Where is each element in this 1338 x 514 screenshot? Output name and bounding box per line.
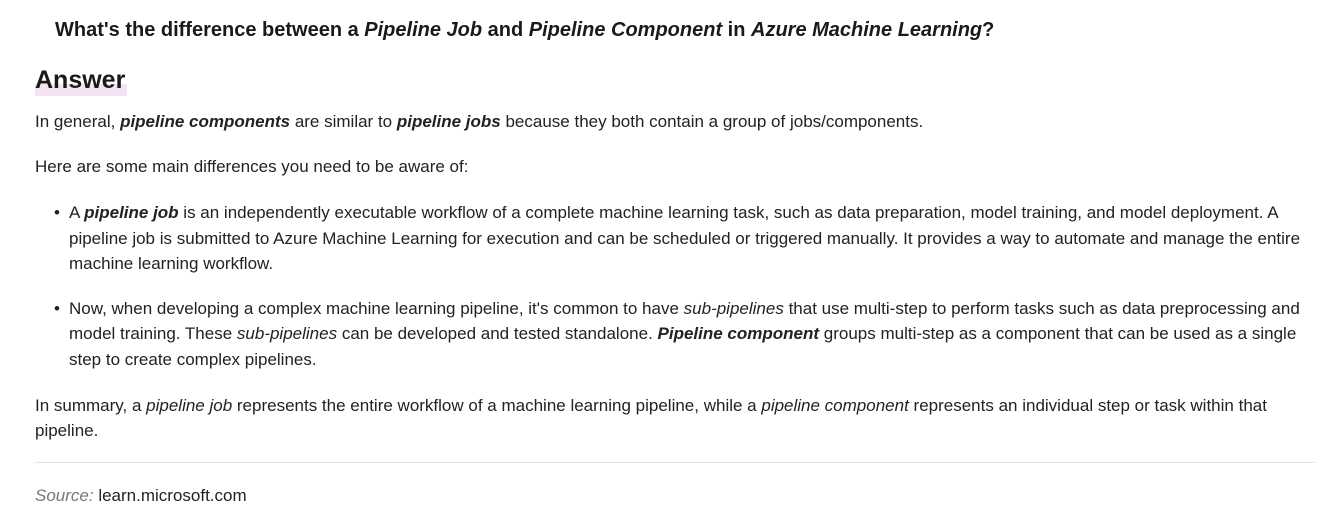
differences-intro-paragraph: Here are some main differences you need … [35,157,469,176]
differences-list: • A pipeline job is an independently exe… [35,200,1315,391]
source-attribution: Source: learn.microsoft.com [35,486,247,506]
emphasis-text: Pipeline component [657,324,820,343]
list-item-text: Now, when developing a complex machine l… [69,298,684,318]
source-label: Source: [35,486,94,505]
paragraph-text: In summary, a [35,396,147,415]
emphasis-text: pipeline job [84,203,179,222]
summary-paragraph: In summary, a pipeline job represents th… [35,393,1303,443]
list-item: • A pipeline job is an independently exe… [35,200,1315,277]
question-text: in [722,19,751,41]
list-item-text: A [69,203,85,222]
list-item: • Now, when developing a complex machine… [35,296,1315,373]
paragraph-text: are similar to [290,112,397,131]
question-term-pipeline-component: Pipeline Component [528,19,723,41]
emphasis-text: pipeline jobs [396,112,501,131]
bullet-icon: • [54,298,60,318]
bullet-icon: • [54,203,60,222]
emphasis-text: sub-pipelines [683,298,784,318]
emphasis-text: sub-pipelines [236,324,338,343]
list-item-text: can be developed and tested standalone. [337,324,658,343]
question-term-pipeline-job: Pipeline Job [364,19,483,41]
question-text: ? [982,19,995,41]
paragraph-text: because they both contain a group of job… [500,112,924,131]
emphasis-text: pipeline components [120,112,291,131]
question-text: What's the difference between a [55,19,365,41]
paragraph-text: In general, [35,112,121,131]
divider [35,462,1315,463]
list-item-text: is an independently executable workflow … [69,203,1301,273]
intro-paragraph: In general, pipeline components are simi… [35,109,923,134]
emphasis-text: pipeline component [761,396,909,415]
question-title: What's the difference between a Pipeline… [55,19,994,42]
source-link[interactable]: learn.microsoft.com [98,486,246,505]
emphasis-text: pipeline job [146,396,233,415]
question-text: and [482,19,529,41]
question-term-azure-ml: Azure Machine Learning [751,19,983,41]
answer-heading: Answer [35,64,128,96]
paragraph-text: represents the entire workflow of a mach… [232,396,762,415]
